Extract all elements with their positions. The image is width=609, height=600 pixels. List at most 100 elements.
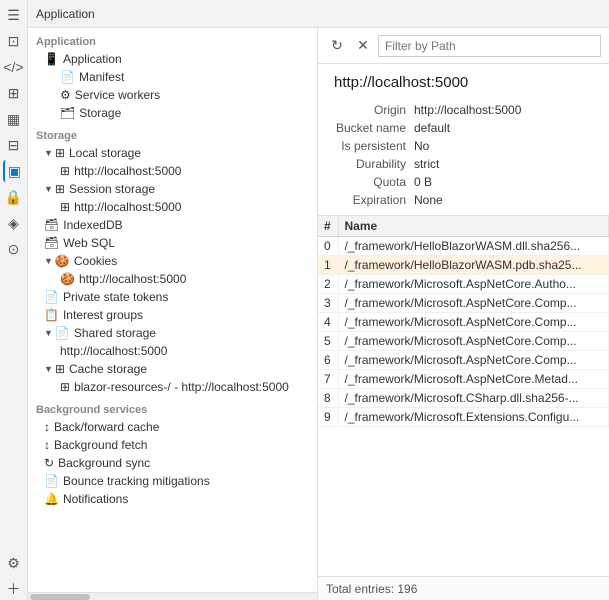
table-row[interactable]: 2/_framework/Microsoft.AspNetCore.Autho.… [318, 275, 609, 294]
info-label-origin: Origin [334, 101, 414, 119]
private-state-icon: 📄 [44, 290, 59, 304]
table-row[interactable]: 6/_framework/Microsoft.AspNetCore.Comp..… [318, 351, 609, 370]
web-sql-icon: 🗃 [44, 236, 59, 250]
sidebar-item-back-forward[interactable]: ↕ Back/forward cache [28, 418, 317, 436]
sidebar-item-local-storage-url[interactable]: ⊞ http://localhost:5000 [28, 162, 317, 180]
sidebar-item-web-sql[interactable]: 🗃 Web SQL [28, 234, 317, 252]
sidebar-item-background-sync-label: Background sync [58, 456, 150, 470]
cell-row-num: 9 [318, 408, 338, 427]
application-panel-icon[interactable]: ▣ [3, 160, 25, 182]
security-icon[interactable]: 🔒 [3, 186, 25, 208]
sidebar-scroll-thumb[interactable] [30, 594, 90, 600]
table-row[interactable]: 0/_framework/HelloBlazorWASM.dll.sha256.… [318, 237, 609, 256]
cell-row-name: /_framework/Microsoft.AspNetCore.Comp... [338, 351, 609, 370]
settings-icon[interactable]: ⚙ [3, 552, 25, 574]
sidebar-item-background-fetch-label: Background fetch [54, 438, 147, 452]
cell-row-name: /_framework/HelloBlazorWASM.pdb.sha25... [338, 256, 609, 275]
sidebar-item-background-sync[interactable]: ↻ Background sync [28, 454, 317, 472]
sidebar-item-manifest-label: Manifest [79, 70, 124, 84]
add-icon[interactable]: ＋ [3, 578, 25, 600]
top-bar: Application [28, 0, 609, 28]
interest-groups-icon: 📋 [44, 308, 59, 322]
sidebar-item-bounce-tracking[interactable]: 📄 Bounce tracking mitigations [28, 472, 317, 490]
info-label-quota: Quota [334, 173, 414, 191]
shared-storage-triangle: ▼ [44, 328, 53, 338]
sidebar-scrollbar[interactable] [28, 592, 317, 600]
cell-row-num: 6 [318, 351, 338, 370]
notifications-icon: 🔔 [44, 492, 59, 506]
content-row: Application 📱 Application 📄 Manifest ⚙ S… [28, 28, 609, 600]
sidebar-item-storage-app[interactable]: 🗂 Storage [28, 104, 317, 122]
cell-row-name: /_framework/Microsoft.CSharp.dll.sha256-… [338, 389, 609, 408]
info-table: Origin http://localhost:5000 Bucket name… [334, 101, 593, 209]
table-row[interactable]: 5/_framework/Microsoft.AspNetCore.Comp..… [318, 332, 609, 351]
indexeddb-icon: 🗃 [44, 218, 59, 232]
info-value-bucket: default [414, 119, 593, 137]
sidebar-item-application[interactable]: 📱 Application [28, 50, 317, 68]
local-storage-url-icon: ⊞ [60, 164, 70, 178]
sidebar-item-background-fetch[interactable]: ↕ Background fetch [28, 436, 317, 454]
table-row[interactable]: 1/_framework/HelloBlazorWASM.pdb.sha25..… [318, 256, 609, 275]
sidebar-item-service-workers[interactable]: ⚙ Service workers [28, 86, 317, 104]
cell-row-num: 5 [318, 332, 338, 351]
sidebar-item-manifest[interactable]: 📄 Manifest [28, 68, 317, 86]
sidebar-item-private-state-label: Private state tokens [63, 290, 168, 304]
info-value-persistent: No [414, 137, 593, 155]
sidebar-item-cookies-url-label: http://localhost:5000 [79, 272, 186, 286]
sidebar-item-shared-storage-label: Shared storage [74, 326, 156, 340]
cache-storage-url-icon: ⊞ [60, 380, 70, 394]
sidebar-item-session-storage[interactable]: ▼ ⊞ Session storage [28, 180, 317, 198]
total-bar: Total entries: 196 [318, 576, 609, 600]
sidebar-item-session-storage-url[interactable]: ⊞ http://localhost:5000 [28, 198, 317, 216]
cookies-icon: 🍪 [55, 254, 70, 268]
elements-icon[interactable]: ☰ [3, 4, 25, 26]
clear-button[interactable]: ✕ [352, 35, 374, 57]
section-label-storage: Storage [28, 122, 317, 144]
table-row[interactable]: 7/_framework/Microsoft.AspNetCore.Metad.… [318, 370, 609, 389]
sidebar-item-cookies[interactable]: ▼ 🍪 Cookies [28, 252, 317, 270]
data-table: # Name 0/_framework/HelloBlazorWASM.dll.… [318, 216, 609, 427]
cell-row-num: 4 [318, 313, 338, 332]
sidebar-item-private-state[interactable]: 📄 Private state tokens [28, 288, 317, 306]
refresh-button[interactable]: ↻ [326, 35, 348, 57]
sources-icon[interactable]: </> [3, 56, 25, 78]
right-toolbar: ↻ ✕ [318, 28, 609, 64]
recorder-icon[interactable]: ⊙ [3, 238, 25, 260]
session-storage-icon: ⊞ [55, 182, 65, 196]
table-row[interactable]: 8/_framework/Microsoft.CSharp.dll.sha256… [318, 389, 609, 408]
table-row[interactable]: 3/_framework/Microsoft.AspNetCore.Comp..… [318, 294, 609, 313]
local-storage-triangle: ▼ [44, 148, 53, 158]
sidebar-item-cache-storage[interactable]: ▼ ⊞ Cache storage [28, 360, 317, 378]
cookies-url-icon: 🍪 [60, 272, 75, 286]
network-icon[interactable]: ⊞ [3, 82, 25, 104]
shared-storage-icon: 📄 [55, 326, 70, 340]
cell-row-name: /_framework/Microsoft.AspNetCore.Comp... [338, 313, 609, 332]
cell-row-name: /_framework/Microsoft.AspNetCore.Metad..… [338, 370, 609, 389]
sidebar-item-interest-groups[interactable]: 📋 Interest groups [28, 306, 317, 324]
info-row-durability: Durability strict [334, 155, 593, 173]
cell-row-name: /_framework/Microsoft.AspNetCore.Autho..… [338, 275, 609, 294]
table-row[interactable]: 9/_framework/Microsoft.Extensions.Config… [318, 408, 609, 427]
sidebar-item-shared-storage-url[interactable]: http://localhost:5000 [28, 342, 317, 360]
sidebar-item-notifications[interactable]: 🔔 Notifications [28, 490, 317, 508]
info-section: http://localhost:5000 Origin http://loca… [318, 64, 609, 215]
sidebar-item-cache-storage-url[interactable]: ⊞ blazor-resources-/ - http://localhost:… [28, 378, 317, 396]
lighthouse-icon[interactable]: ◈ [3, 212, 25, 234]
sidebar-item-cookies-url[interactable]: 🍪 http://localhost:5000 [28, 270, 317, 288]
table-header-row: # Name [318, 216, 609, 237]
info-label-durability: Durability [334, 155, 414, 173]
memory-icon[interactable]: ⊟ [3, 134, 25, 156]
performance-icon[interactable]: ▦ [3, 108, 25, 130]
sidebar-item-cookies-label: Cookies [74, 254, 117, 268]
session-storage-triangle: ▼ [44, 184, 53, 194]
sidebar-item-local-storage-label: Local storage [69, 146, 141, 160]
console-icon[interactable]: ⊡ [3, 30, 25, 52]
service-workers-icon: ⚙ [60, 88, 71, 102]
sidebar-item-local-storage[interactable]: ▼ ⊞ Local storage [28, 144, 317, 162]
local-storage-icon: ⊞ [55, 146, 65, 160]
filter-input[interactable] [378, 35, 601, 57]
sidebar-item-back-forward-label: Back/forward cache [54, 420, 159, 434]
sidebar-item-shared-storage[interactable]: ▼ 📄 Shared storage [28, 324, 317, 342]
sidebar-item-indexeddb[interactable]: 🗃 IndexedDB [28, 216, 317, 234]
table-row[interactable]: 4/_framework/Microsoft.AspNetCore.Comp..… [318, 313, 609, 332]
